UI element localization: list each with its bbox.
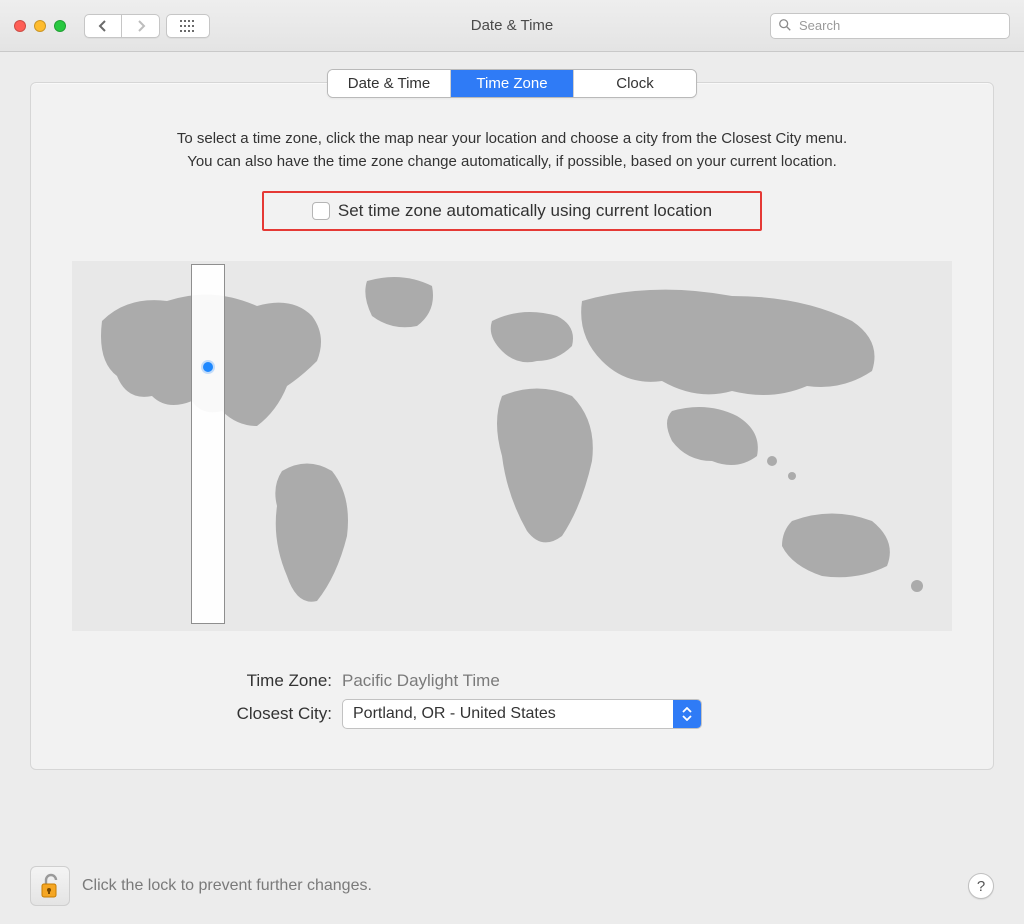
- instructions-line2: You can also have the time zone change a…: [187, 153, 837, 170]
- instructions-line1: To select a time zone, click the map nea…: [177, 130, 847, 147]
- timezone-value: Pacific Daylight Time: [342, 671, 862, 691]
- auto-timezone-label: Set time zone automatically using curren…: [338, 201, 712, 221]
- help-icon: ?: [977, 878, 985, 895]
- preferences-panel: Date & Time Time Zone Clock To select a …: [30, 82, 994, 770]
- help-button[interactable]: ?: [968, 873, 994, 899]
- instructions-text: To select a time zone, click the map nea…: [81, 128, 943, 173]
- forward-button[interactable]: [122, 14, 160, 38]
- auto-timezone-row: Set time zone automatically using curren…: [262, 191, 762, 231]
- closest-city-select[interactable]: Portland, OR - United States: [342, 699, 702, 729]
- closest-city-label: Closest City:: [162, 704, 342, 724]
- closest-city-value: Portland, OR - United States: [343, 705, 673, 723]
- timezone-form: Time Zone: Pacific Daylight Time Closest…: [162, 671, 862, 729]
- search-input[interactable]: [770, 13, 1010, 39]
- auto-timezone-checkbox[interactable]: [312, 202, 330, 220]
- lock-hint-text: Click the lock to prevent further change…: [82, 877, 372, 895]
- dropdown-arrow: [673, 700, 701, 728]
- show-all-button[interactable]: [166, 14, 210, 38]
- location-pin-icon: [203, 362, 213, 372]
- timezone-label: Time Zone:: [162, 671, 342, 691]
- tab-clock[interactable]: Clock: [574, 70, 696, 97]
- search-icon: [778, 18, 792, 32]
- footer-bar: Click the lock to prevent further change…: [30, 866, 994, 906]
- chevron-right-icon: [136, 20, 146, 32]
- nav-buttons: [84, 14, 160, 38]
- close-window-button[interactable]: [14, 20, 26, 32]
- tab-date-and-time[interactable]: Date & Time: [328, 70, 451, 97]
- minimize-window-button[interactable]: [34, 20, 46, 32]
- unlocked-padlock-icon: [38, 872, 62, 900]
- selected-timezone-band: [191, 264, 225, 624]
- zoom-window-button[interactable]: [54, 20, 66, 32]
- timezone-map[interactable]: [72, 261, 952, 631]
- back-button[interactable]: [84, 14, 122, 38]
- grid-icon: [180, 20, 196, 32]
- traffic-lights: [14, 20, 66, 32]
- lock-button[interactable]: [30, 866, 70, 906]
- window-toolbar: Date & Time: [0, 0, 1024, 52]
- chevron-up-down-icon: [681, 707, 693, 721]
- tab-time-zone[interactable]: Time Zone: [451, 70, 574, 97]
- search-field-wrap: [770, 13, 1010, 39]
- chevron-left-icon: [98, 20, 108, 32]
- tab-bar: Date & Time Time Zone Clock: [327, 69, 697, 98]
